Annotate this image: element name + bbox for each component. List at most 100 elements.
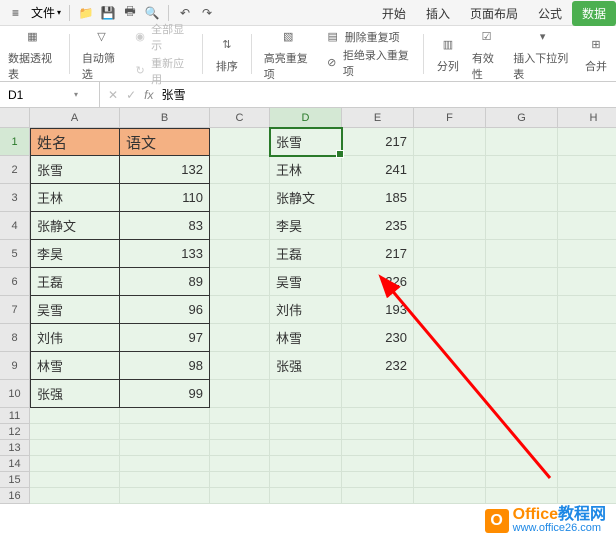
cell[interactable]	[30, 456, 120, 472]
cell[interactable]	[486, 156, 558, 184]
cell[interactable]	[210, 408, 270, 424]
cell[interactable]: 226	[342, 268, 414, 296]
cell[interactable]	[30, 440, 120, 456]
cell[interactable]	[210, 424, 270, 440]
cell[interactable]	[558, 488, 616, 504]
validity-button[interactable]: ☑ 有效性	[472, 26, 501, 82]
highlight-dup-button[interactable]: ▧ 高亮重复项	[264, 26, 313, 82]
cell[interactable]: 张静文	[30, 212, 120, 240]
cell[interactable]: 83	[120, 212, 210, 240]
cell[interactable]	[414, 488, 486, 504]
cell[interactable]: 99	[120, 380, 210, 408]
cell[interactable]: 张强	[30, 380, 120, 408]
cell[interactable]	[342, 440, 414, 456]
cell[interactable]: 89	[120, 268, 210, 296]
name-box-input[interactable]	[8, 88, 68, 102]
name-box[interactable]: ▾	[0, 82, 100, 107]
cell[interactable]	[486, 380, 558, 408]
cell[interactable]	[414, 456, 486, 472]
cell[interactable]	[486, 488, 558, 504]
cell[interactable]	[486, 128, 558, 156]
fx-icon[interactable]: fx	[144, 88, 153, 102]
consolidate-button[interactable]: ⊞ 合并	[584, 34, 608, 74]
cell[interactable]: 193	[342, 296, 414, 324]
cell[interactable]	[270, 408, 342, 424]
cell[interactable]	[486, 408, 558, 424]
split-button[interactable]: ▥ 分列	[436, 34, 460, 74]
cell[interactable]	[486, 240, 558, 268]
cell[interactable]: 235	[342, 212, 414, 240]
cell[interactable]	[30, 472, 120, 488]
cell[interactable]	[486, 440, 558, 456]
row-header[interactable]: 3	[0, 184, 30, 212]
cell[interactable]	[414, 184, 486, 212]
cell[interactable]	[558, 324, 616, 352]
cell[interactable]: 王磊	[30, 268, 120, 296]
cell[interactable]	[414, 212, 486, 240]
cell[interactable]	[558, 352, 616, 380]
pivot-button[interactable]: ▦ 数据透视表	[8, 26, 57, 82]
cell[interactable]	[414, 324, 486, 352]
cell[interactable]: 217	[342, 128, 414, 156]
formula-input[interactable]	[161, 88, 608, 102]
cell[interactable]	[210, 184, 270, 212]
col-header[interactable]: E	[342, 108, 414, 128]
cell[interactable]	[414, 380, 486, 408]
cell[interactable]	[486, 424, 558, 440]
cell[interactable]	[414, 268, 486, 296]
cell[interactable]	[342, 488, 414, 504]
cell[interactable]: 241	[342, 156, 414, 184]
row-header[interactable]: 14	[0, 456, 30, 472]
cell[interactable]	[210, 268, 270, 296]
row-header[interactable]: 5	[0, 240, 30, 268]
select-all-corner[interactable]	[0, 108, 30, 128]
cell[interactable]	[120, 440, 210, 456]
reapply-button[interactable]: ↻ 重新应用	[133, 55, 190, 87]
cell[interactable]: 王林	[30, 184, 120, 212]
cell[interactable]	[558, 408, 616, 424]
col-header[interactable]: B	[120, 108, 210, 128]
col-header[interactable]: G	[486, 108, 558, 128]
cell[interactable]	[558, 184, 616, 212]
row-header[interactable]: 6	[0, 268, 30, 296]
cell[interactable]	[120, 488, 210, 504]
remove-dup-button[interactable]: ▤ 删除重复项	[325, 29, 411, 45]
cell[interactable]	[486, 352, 558, 380]
cell[interactable]	[414, 156, 486, 184]
tab-insert[interactable]: 插入	[416, 1, 460, 26]
cell[interactable]	[558, 456, 616, 472]
cell[interactable]	[342, 408, 414, 424]
cell[interactable]	[270, 472, 342, 488]
cell[interactable]	[558, 212, 616, 240]
folder-icon[interactable]: 📁	[78, 5, 94, 21]
tab-formula[interactable]: 公式	[528, 1, 572, 26]
cell[interactable]	[414, 240, 486, 268]
hamburger-icon[interactable]: ≡	[6, 4, 25, 22]
cell[interactable]: 张静文	[270, 184, 342, 212]
col-header[interactable]: A	[30, 108, 120, 128]
cell[interactable]	[558, 472, 616, 488]
cell[interactable]	[558, 296, 616, 324]
cell[interactable]: 吴雪	[270, 268, 342, 296]
preview-icon[interactable]: 🔍	[144, 5, 160, 21]
cell[interactable]: 110	[120, 184, 210, 212]
dropdown-button[interactable]: ▾ 插入下拉列表	[513, 26, 572, 82]
tab-layout[interactable]: 页面布局	[460, 1, 528, 26]
row-header[interactable]: 15	[0, 472, 30, 488]
save-icon[interactable]: 💾	[100, 5, 116, 21]
row-header[interactable]: 12	[0, 424, 30, 440]
sort-button[interactable]: ⇅ 排序	[215, 34, 239, 74]
cell[interactable]	[210, 472, 270, 488]
cell[interactable]	[414, 472, 486, 488]
cell[interactable]	[414, 296, 486, 324]
cell[interactable]	[270, 424, 342, 440]
cell[interactable]: 李昊	[30, 240, 120, 268]
cell[interactable]: 语文	[120, 128, 210, 156]
print-icon[interactable]: 🖶	[122, 5, 138, 21]
filter-button[interactable]: ▽ 自动筛选	[82, 26, 121, 82]
cell[interactable]: 林雪	[270, 324, 342, 352]
cell[interactable]	[414, 128, 486, 156]
cell[interactable]	[558, 240, 616, 268]
row-header[interactable]: 2	[0, 156, 30, 184]
cell[interactable]	[558, 156, 616, 184]
